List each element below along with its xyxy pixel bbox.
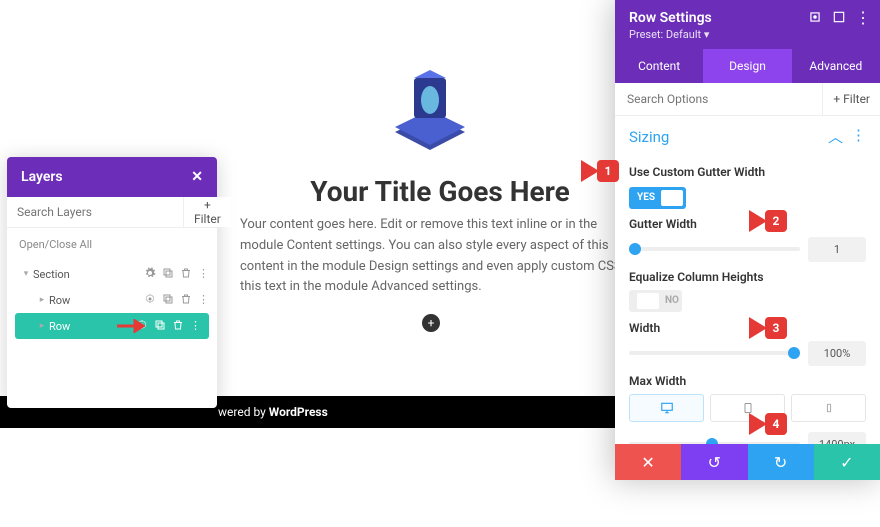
settings-search-row: + Filter	[615, 83, 880, 116]
chevron-right-icon[interactable]: ▸	[35, 295, 49, 305]
trash-icon[interactable]	[180, 293, 192, 308]
undo-button[interactable]: ↺	[681, 444, 747, 480]
settings-tabs: Content Design Advanced	[615, 49, 880, 83]
device-desktop[interactable]	[629, 394, 704, 422]
layers-panel: Layers ✕ + Filter Open/Close All ▾ Secti…	[7, 157, 217, 408]
tree-label: Section	[33, 268, 144, 281]
hero-icon	[380, 70, 480, 170]
layers-search-input[interactable]	[7, 197, 183, 227]
callout-3: 3	[749, 317, 787, 339]
more-icon[interactable]: ⋮	[198, 293, 209, 308]
label-width: Width	[629, 321, 866, 335]
slider-gutter-width[interactable]	[629, 247, 800, 251]
settings-search-input[interactable]	[615, 83, 822, 115]
chevron-right-icon[interactable]: ▸	[35, 321, 49, 331]
settings-panel: Row Settings Preset: Default ▾ ⋮ Content…	[615, 0, 880, 480]
chevron-down-icon[interactable]: ▾	[19, 269, 33, 279]
callout-1: 1	[581, 160, 619, 182]
device-phone[interactable]	[791, 394, 866, 422]
settings-preset[interactable]: Preset: Default ▾	[629, 28, 866, 41]
footer-prefix: wered by	[218, 405, 266, 419]
toggle-custom-gutter[interactable]: YES	[629, 187, 686, 209]
trash-icon[interactable]	[172, 319, 184, 334]
more-icon[interactable]: ⋮	[198, 267, 209, 282]
page-canvas: Your Title Goes Here Your content goes h…	[0, 0, 880, 527]
tab-advanced[interactable]: Advanced	[792, 49, 880, 83]
layers-title: Layers	[21, 169, 63, 185]
section-title: Sizing	[629, 128, 669, 146]
open-close-all[interactable]: Open/Close All	[7, 228, 217, 261]
page-title: Your Title Goes Here	[240, 175, 640, 208]
expand-icon[interactable]	[808, 10, 822, 24]
settings-footer: ✕ ↺ ↻ ✓	[615, 444, 880, 480]
layers-header: Layers ✕	[7, 157, 217, 197]
slider-max-width[interactable]	[629, 442, 800, 444]
tree-row-section[interactable]: ▾ Section ⋮	[7, 261, 217, 287]
label-gutter-width: Gutter Width	[629, 217, 866, 231]
callout-4: 4	[749, 413, 787, 435]
gear-icon[interactable]	[144, 293, 156, 308]
label-equalize: Equalize Column Heights	[629, 270, 866, 284]
callout-2: 2	[749, 210, 787, 232]
duplicate-icon[interactable]	[162, 267, 174, 282]
tree-label: Row	[49, 294, 144, 307]
trash-icon[interactable]	[180, 267, 192, 282]
annotation-arrow-icon	[117, 319, 145, 333]
tab-content[interactable]: Content	[615, 49, 703, 83]
value-width[interactable]: 100%	[808, 341, 866, 366]
settings-filter-button[interactable]: + Filter	[822, 83, 880, 115]
delete-button[interactable]: ✕	[615, 444, 681, 480]
section-sizing-header[interactable]: Sizing ︿ ⋮	[615, 116, 880, 157]
footer-brand: WordPress	[269, 405, 328, 419]
layers-filter-button[interactable]: + Filter	[183, 197, 231, 227]
duplicate-icon[interactable]	[154, 319, 166, 334]
more-icon[interactable]: ⋮	[190, 319, 201, 334]
settings-header: Row Settings Preset: Default ▾ ⋮	[615, 0, 880, 49]
tab-design[interactable]: Design	[703, 49, 791, 83]
add-module-button[interactable]: +	[422, 314, 440, 332]
slider-width[interactable]	[629, 351, 800, 355]
redo-button[interactable]: ↻	[748, 444, 814, 480]
tree-row-row[interactable]: ▸ Row ⋮	[7, 287, 217, 313]
toggle-equalize[interactable]: NO	[629, 290, 682, 312]
more-icon[interactable]: ⋮	[851, 126, 866, 147]
tree-row-row-active[interactable]: ▸ Row ⋮	[15, 313, 209, 339]
gear-icon[interactable]	[144, 267, 156, 282]
more-icon[interactable]: ⋮	[856, 10, 870, 24]
chevron-up-icon[interactable]: ︿	[828, 126, 843, 147]
label-max-width: Max Width	[629, 374, 866, 388]
value-max-width[interactable]: 1400px	[808, 432, 866, 445]
label-custom-gutter: Use Custom Gutter Width	[629, 165, 866, 179]
value-gutter-width[interactable]: 1	[808, 237, 866, 262]
confirm-button[interactable]: ✓	[814, 444, 880, 480]
grid-icon[interactable]	[832, 10, 846, 24]
page-body-text: Your content goes here. Edit or remove t…	[240, 215, 640, 298]
duplicate-icon[interactable]	[162, 293, 174, 308]
layers-search-row: + Filter	[7, 197, 217, 228]
close-icon[interactable]: ✕	[191, 169, 203, 185]
